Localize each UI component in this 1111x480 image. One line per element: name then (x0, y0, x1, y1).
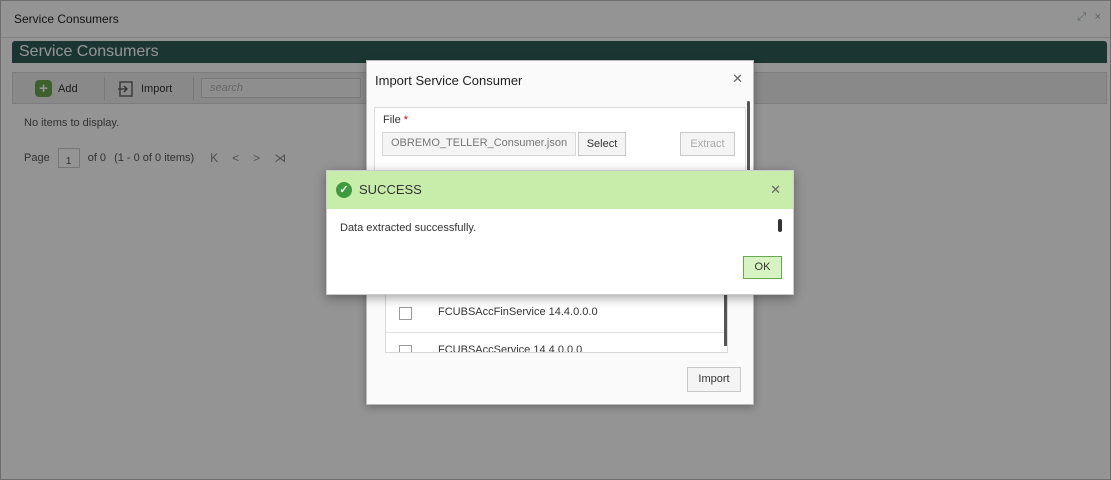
list-item[interactable]: FCUBSAccService 14.4.0.0.0 (386, 332, 727, 353)
success-header: ✓ SUCCESS ✕ (327, 171, 793, 209)
service-name: FCUBSAccFinService 14.4.0.0.0 (438, 306, 598, 318)
success-message: Data extracted successfully. (340, 222, 477, 234)
service-name: FCUBSAccService 14.4.0.0.0 (438, 344, 583, 353)
file-name-field[interactable]: OBREMO_TELLER_Consumer.json (382, 132, 576, 156)
row-checkbox[interactable] (399, 345, 412, 352)
import-submit-button[interactable]: Import (687, 367, 741, 392)
row-checkbox[interactable] (399, 307, 412, 320)
service-list: FCUBSAccFinService 14.4.0.0.0 FCUBSAccSe… (385, 293, 728, 353)
file-label: File * (383, 114, 409, 126)
success-title: SUCCESS (359, 182, 422, 197)
extract-button[interactable]: Extract (680, 132, 735, 156)
list-scrollbar[interactable] (724, 294, 727, 346)
close-icon[interactable]: ✕ (770, 182, 781, 198)
import-dialog-title: Import Service Consumer (375, 73, 523, 88)
check-circle-icon: ✓ (336, 182, 352, 198)
list-item[interactable]: FCUBSAccFinService 14.4.0.0.0 (386, 294, 727, 333)
success-dialog: ✓ SUCCESS ✕ Data extracted successfully.… (326, 170, 794, 295)
message-scrollbar[interactable] (778, 219, 782, 232)
ok-button[interactable]: OK (743, 256, 782, 279)
close-icon[interactable]: ✕ (732, 71, 743, 87)
select-button[interactable]: Select (578, 132, 626, 156)
required-mark: * (403, 114, 409, 126)
